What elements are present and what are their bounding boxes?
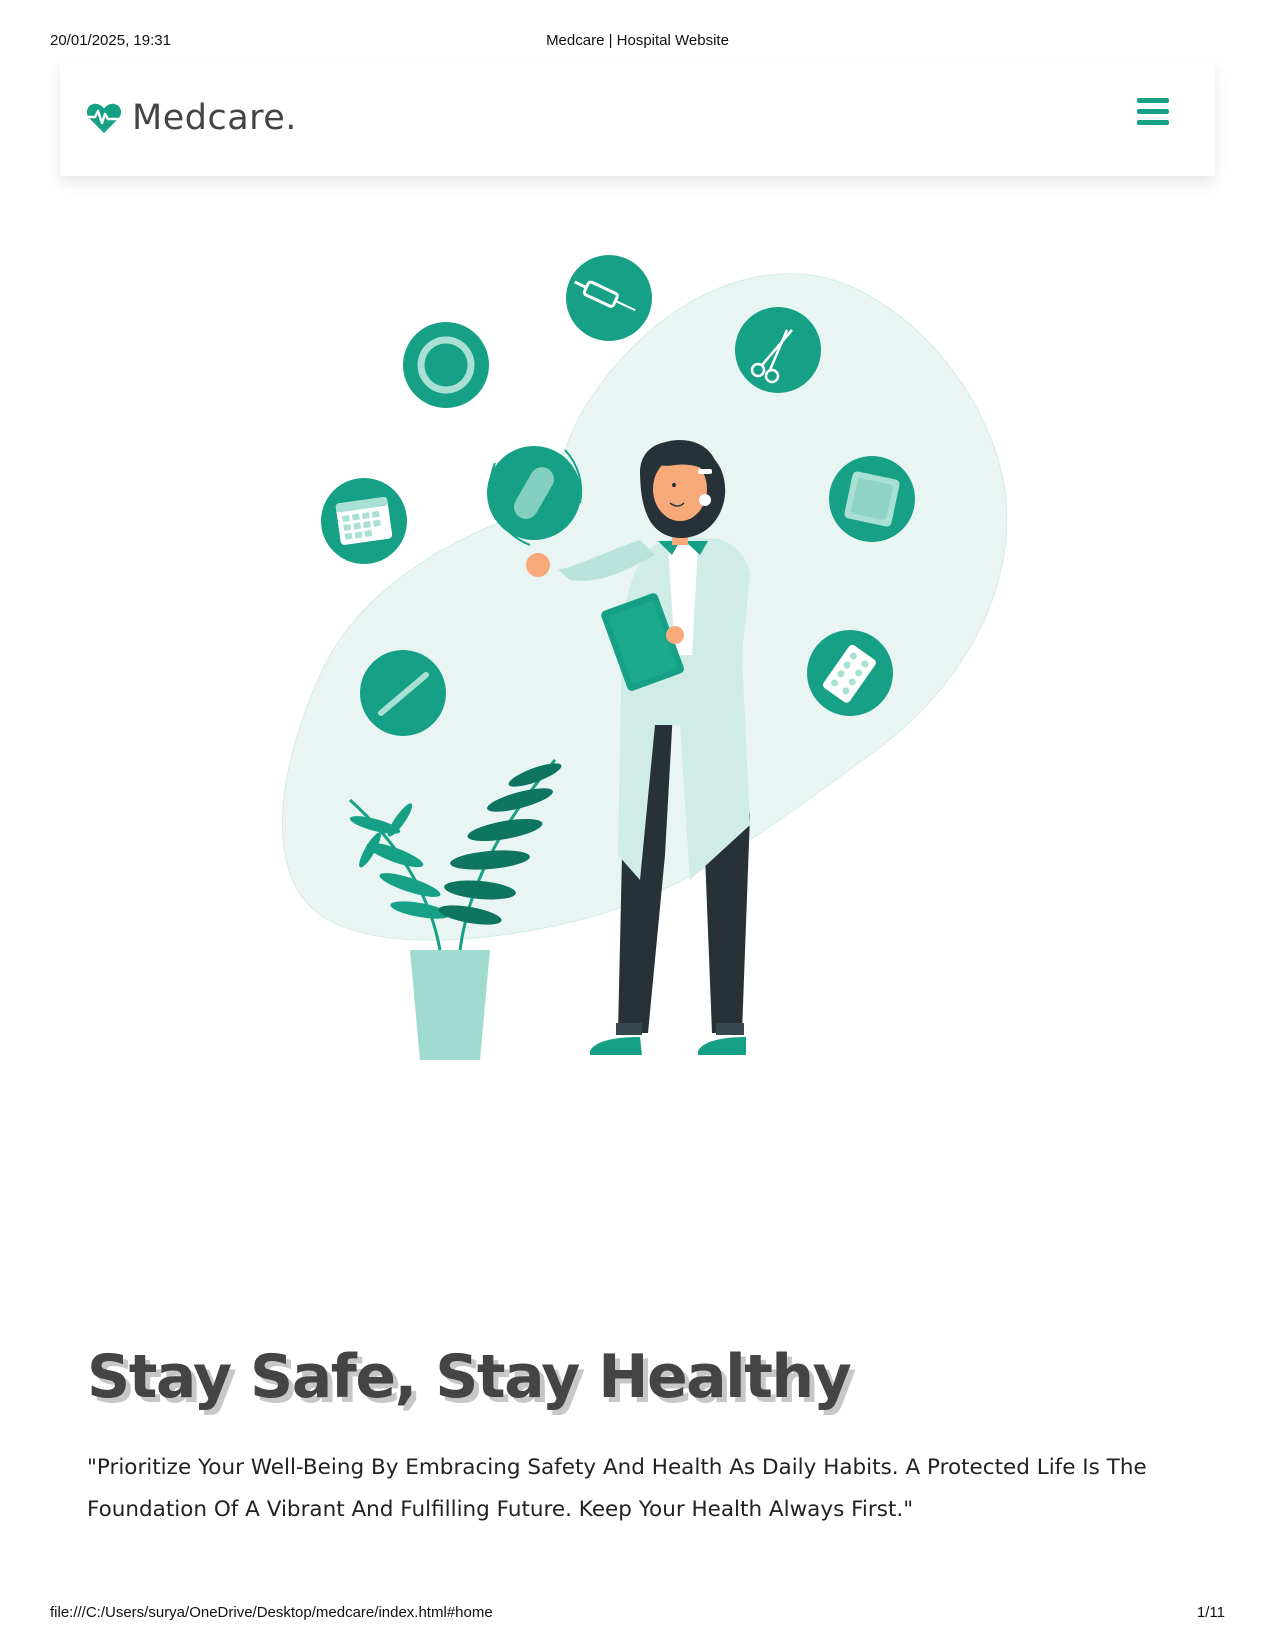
pill-pack-icon bbox=[807, 630, 893, 716]
hero-text: "Prioritize Your Well-Being By Embracing… bbox=[87, 1455, 1147, 1522]
print-header: 20/01/2025, 19:31 Medcare | Hospital Web… bbox=[50, 32, 1225, 52]
hero-title: Stay Safe, Stay Healthy bbox=[87, 1342, 852, 1412]
navbar: Medcare. bbox=[60, 60, 1215, 176]
heartbeat-icon bbox=[86, 103, 122, 133]
ring-icon bbox=[403, 322, 489, 408]
doctor-illustration bbox=[281, 255, 1008, 1060]
print-url: file:///C:/Users/surya/OneDrive/Desktop/… bbox=[50, 1604, 493, 1621]
logo-text: Medcare. bbox=[132, 98, 297, 138]
hamburger-menu-icon[interactable] bbox=[1137, 98, 1169, 130]
print-page-number: 1/11 bbox=[1196, 1604, 1225, 1621]
bandage-icon bbox=[829, 456, 915, 542]
thermometer-icon bbox=[360, 650, 446, 736]
scissors-icon bbox=[735, 307, 821, 393]
calendar-icon bbox=[321, 478, 407, 564]
cotton-roll-icon bbox=[566, 255, 652, 341]
print-document-title: Medcare | Hospital Website bbox=[546, 32, 729, 49]
print-footer: file:///C:/Users/surya/OneDrive/Desktop/… bbox=[50, 1604, 1225, 1624]
logo-link[interactable]: Medcare. bbox=[86, 90, 297, 146]
